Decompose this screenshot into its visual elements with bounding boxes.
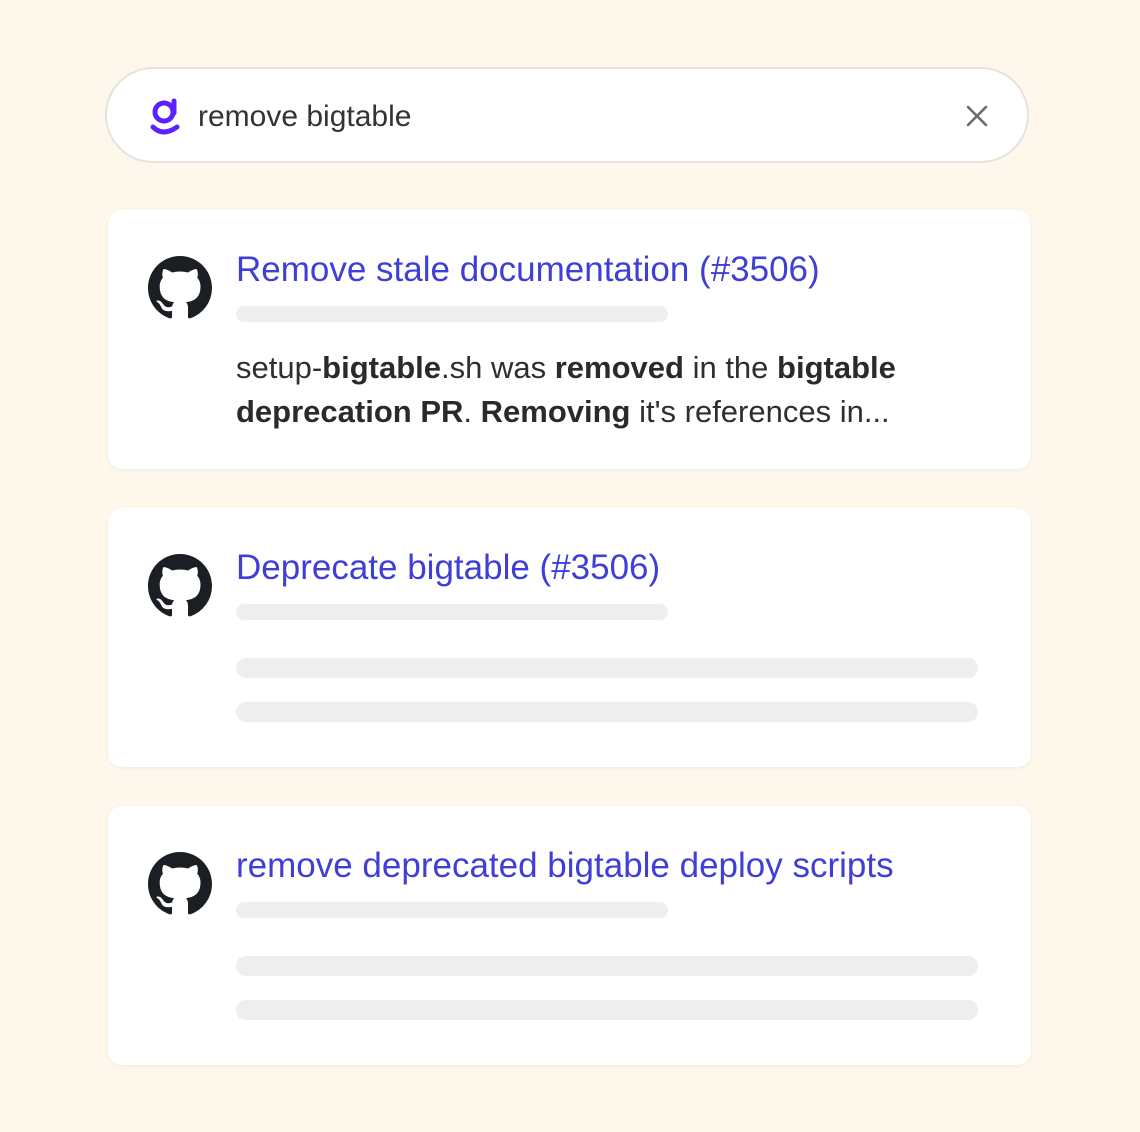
- result-title-link[interactable]: Deprecate bigtable (#3506): [236, 546, 660, 590]
- metadata-placeholder: [236, 604, 668, 620]
- snippet-highlight: Removing: [480, 394, 631, 429]
- snippet-highlight: deprecation PR: [236, 394, 464, 429]
- snippet-text: it's references in...: [630, 394, 890, 429]
- github-icon: [148, 852, 212, 915]
- snippet-text: .sh was: [441, 350, 555, 385]
- result-card[interactable]: Deprecate bigtable (#3506): [108, 508, 1031, 767]
- snippet-text: in the: [683, 350, 778, 385]
- result-snippet: setup-bigtable.sh was removed in the big…: [236, 346, 976, 434]
- search-bar[interactable]: remove bigtable: [105, 67, 1029, 163]
- result-title-link[interactable]: remove deprecated bigtable deploy script…: [236, 844, 894, 888]
- snippet-highlight: removed: [554, 350, 684, 385]
- github-icon: [148, 256, 212, 319]
- snippet-highlight: bigtable: [777, 350, 896, 385]
- result-title-link[interactable]: Remove stale documentation (#3506): [236, 248, 820, 292]
- glean-logo-icon: [150, 98, 180, 135]
- snippet-placeholder: [236, 658, 978, 678]
- search-input[interactable]: remove bigtable: [198, 99, 411, 135]
- snippet-placeholder: [236, 956, 978, 976]
- snippet-line: deprecation PR. Removing it's references…: [236, 390, 976, 434]
- result-card[interactable]: remove deprecated bigtable deploy script…: [108, 806, 1031, 1065]
- metadata-placeholder: [236, 306, 668, 322]
- snippet-placeholder: [236, 1000, 978, 1020]
- close-icon[interactable]: [965, 104, 989, 128]
- snippet-highlight: bigtable: [322, 350, 442, 385]
- snippet-line: setup-bigtable.sh was removed in the big…: [236, 346, 976, 390]
- snippet-text: setup-: [236, 350, 323, 385]
- metadata-placeholder: [236, 902, 668, 918]
- snippet-text: .: [463, 394, 481, 429]
- result-card[interactable]: Remove stale documentation (#3506) setup…: [108, 210, 1031, 469]
- snippet-placeholder: [236, 702, 978, 722]
- github-icon: [148, 554, 212, 617]
